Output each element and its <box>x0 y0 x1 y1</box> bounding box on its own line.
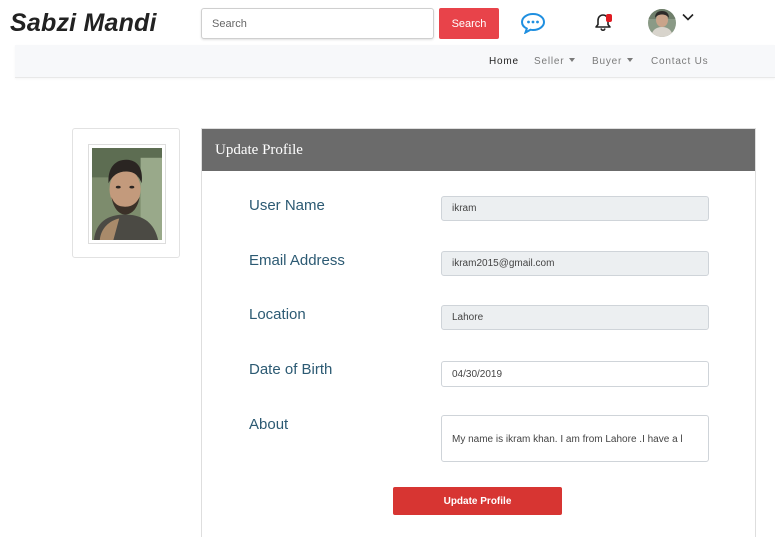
nav-contact-us[interactable]: Contact Us <box>651 56 708 67</box>
update-profile-panel: Update Profile User Name Email Address L… <box>201 128 756 537</box>
chat-bubble-icon[interactable] <box>520 12 546 35</box>
nav-buyer-label: Buyer <box>592 56 623 67</box>
caret-down-icon <box>627 58 634 62</box>
chevron-down-icon[interactable] <box>681 10 695 24</box>
about-textarea[interactable]: My name is ikram khan. I am from Lahore … <box>441 415 709 462</box>
label-location: Location <box>249 306 306 323</box>
main-navbar: Home Seller Buyer Contact Us <box>15 45 775 78</box>
nav-contact-label: Contact Us <box>651 56 709 67</box>
label-about: About <box>249 416 289 433</box>
label-date-of-birth: Date of Birth <box>249 361 333 378</box>
search-button[interactable]: Search <box>439 8 499 39</box>
label-user-name: User Name <box>249 197 325 214</box>
location-field[interactable] <box>441 305 709 330</box>
nav-buyer-dropdown[interactable]: Buyer <box>592 56 634 67</box>
label-email-address: Email Address <box>249 252 345 269</box>
profile-picture-card <box>72 128 180 258</box>
caret-down-icon <box>569 58 576 62</box>
profile-picture[interactable] <box>88 144 166 244</box>
bell-icon[interactable] <box>593 11 615 33</box>
brand-logo[interactable]: Sabzi Mandi <box>10 9 157 38</box>
date-of-birth-field[interactable] <box>441 361 709 387</box>
nav-seller-label: Seller <box>534 56 565 67</box>
update-profile-button[interactable]: Update Profile <box>393 487 562 515</box>
nav-home-label: Home <box>489 56 519 67</box>
user-avatar[interactable] <box>648 9 676 37</box>
user-name-field[interactable] <box>441 196 709 221</box>
nav-seller-dropdown[interactable]: Seller <box>534 56 576 67</box>
panel-title: Update Profile <box>202 129 755 171</box>
search-input[interactable] <box>201 8 434 39</box>
nav-home[interactable]: Home <box>489 56 519 67</box>
email-field[interactable] <box>441 251 709 276</box>
